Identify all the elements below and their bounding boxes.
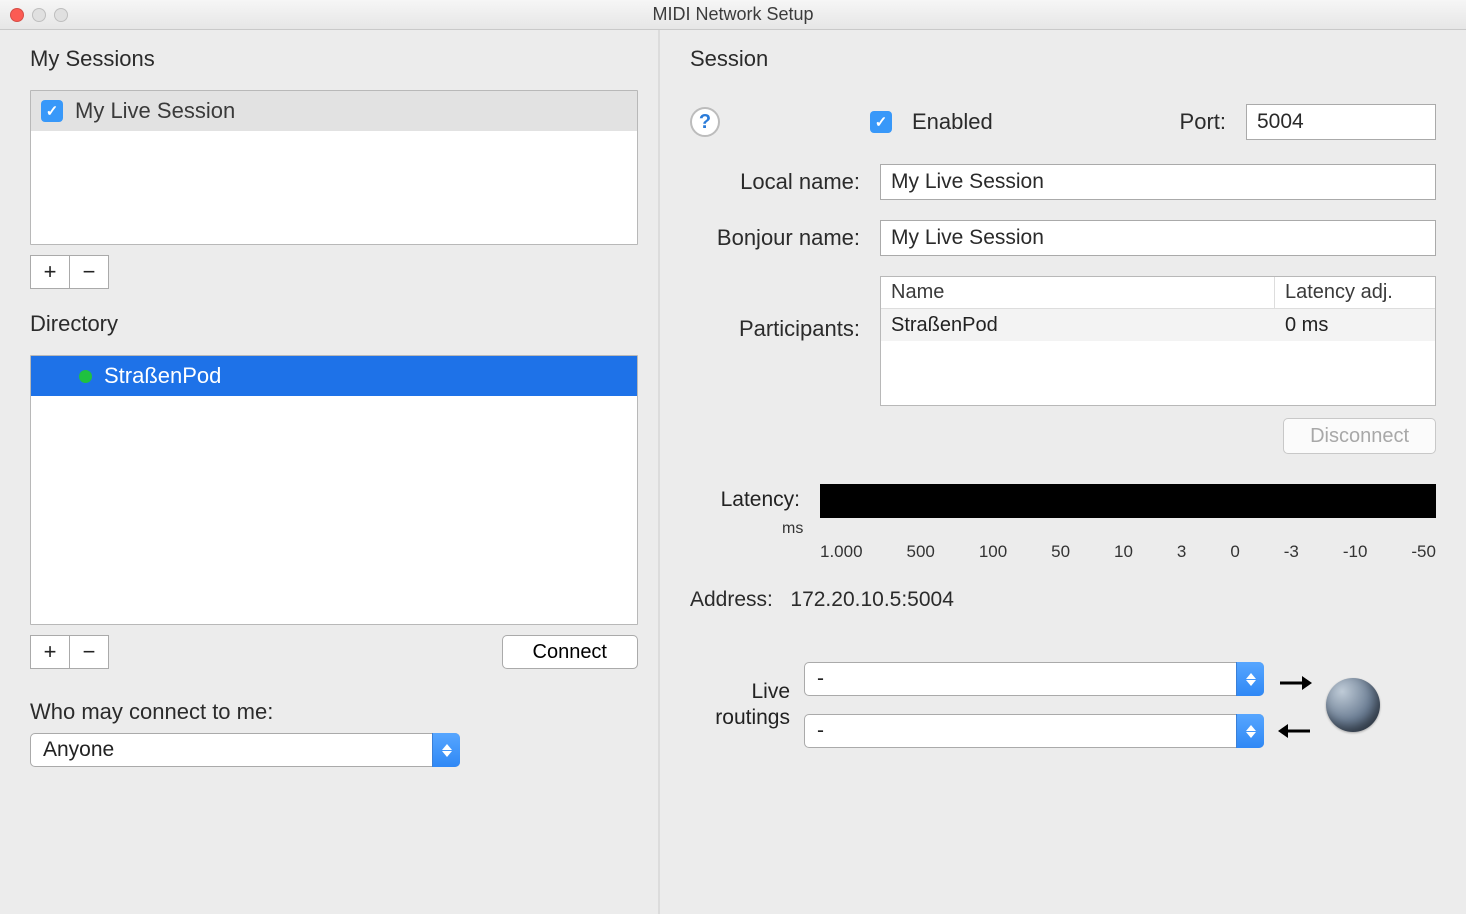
routing-out-value: - bbox=[817, 667, 824, 691]
enabled-checkbox[interactable]: ✓ bbox=[870, 111, 892, 133]
directory-list[interactable]: StraßenPod bbox=[30, 355, 638, 625]
participants-header: Name Latency adj. bbox=[881, 277, 1435, 309]
close-window-button[interactable] bbox=[10, 8, 24, 22]
routing-in-value: - bbox=[817, 719, 824, 743]
col-name: Name bbox=[881, 277, 1275, 308]
col-latency: Latency adj. bbox=[1275, 281, 1435, 304]
directory-heading: Directory bbox=[0, 305, 658, 345]
minimize-window-button[interactable] bbox=[32, 8, 46, 22]
titlebar: MIDI Network Setup bbox=[0, 0, 1466, 30]
latency-label: Latency: bbox=[690, 484, 800, 512]
window-controls bbox=[10, 8, 68, 22]
routing-in-select[interactable]: - bbox=[804, 714, 1264, 748]
add-directory-button[interactable]: + bbox=[30, 635, 70, 669]
select-stepper-icon[interactable] bbox=[1236, 662, 1264, 696]
address-value: 172.20.10.5:5004 bbox=[790, 588, 954, 611]
local-name-input[interactable] bbox=[880, 164, 1436, 200]
session-name-label: My Live Session bbox=[75, 98, 235, 124]
who-connect-value: Anyone bbox=[43, 738, 114, 762]
directory-row[interactable]: StraßenPod bbox=[31, 356, 637, 396]
latency-unit-label: ms bbox=[782, 520, 1436, 538]
participants-table[interactable]: Name Latency adj. StraßenPod 0 ms bbox=[880, 276, 1436, 406]
sessions-list[interactable]: ✓ My Live Session bbox=[30, 90, 638, 245]
session-row[interactable]: ✓ My Live Session bbox=[31, 91, 637, 131]
help-button[interactable]: ? bbox=[690, 107, 720, 137]
network-globe-icon bbox=[1326, 678, 1380, 732]
arrow-right-icon bbox=[1278, 673, 1312, 693]
zoom-window-button[interactable] bbox=[54, 8, 68, 22]
directory-item-label: StraßenPod bbox=[104, 363, 221, 389]
latency-ticks: 1.000 500 100 50 10 3 0 -3 -10 -50 bbox=[820, 542, 1436, 562]
select-stepper-icon[interactable] bbox=[432, 733, 460, 767]
address-label: Address: bbox=[690, 588, 773, 611]
remove-session-button[interactable]: − bbox=[69, 255, 109, 289]
port-label: Port: bbox=[1180, 109, 1226, 135]
routings-label: Live routings bbox=[690, 679, 790, 732]
arrow-left-icon bbox=[1278, 721, 1312, 741]
who-connect-label: Who may connect to me: bbox=[0, 685, 658, 733]
connect-button[interactable]: Connect bbox=[502, 635, 639, 669]
window-title: MIDI Network Setup bbox=[0, 4, 1466, 25]
latency-graph bbox=[820, 484, 1436, 518]
participant-name: StraßenPod bbox=[881, 314, 1275, 337]
add-session-button[interactable]: + bbox=[30, 255, 70, 289]
bonjour-name-label: Bonjour name: bbox=[690, 225, 860, 251]
disconnect-button[interactable]: Disconnect bbox=[1283, 418, 1436, 454]
enabled-label: Enabled bbox=[912, 109, 993, 135]
select-stepper-icon[interactable] bbox=[1236, 714, 1264, 748]
session-heading: Session bbox=[690, 30, 1436, 80]
remove-directory-button[interactable]: − bbox=[69, 635, 109, 669]
participant-latency: 0 ms bbox=[1275, 314, 1435, 337]
session-enabled-checkbox[interactable]: ✓ bbox=[41, 100, 63, 122]
participants-label: Participants: bbox=[690, 276, 860, 342]
port-input[interactable] bbox=[1246, 104, 1436, 140]
bonjour-name-input[interactable] bbox=[880, 220, 1436, 256]
my-sessions-heading: My Sessions bbox=[0, 30, 658, 80]
online-status-icon bbox=[79, 370, 92, 383]
local-name-label: Local name: bbox=[690, 169, 860, 195]
who-connect-select[interactable]: Anyone bbox=[30, 733, 460, 767]
participant-row[interactable]: StraßenPod 0 ms bbox=[881, 309, 1435, 341]
routing-out-select[interactable]: - bbox=[804, 662, 1264, 696]
